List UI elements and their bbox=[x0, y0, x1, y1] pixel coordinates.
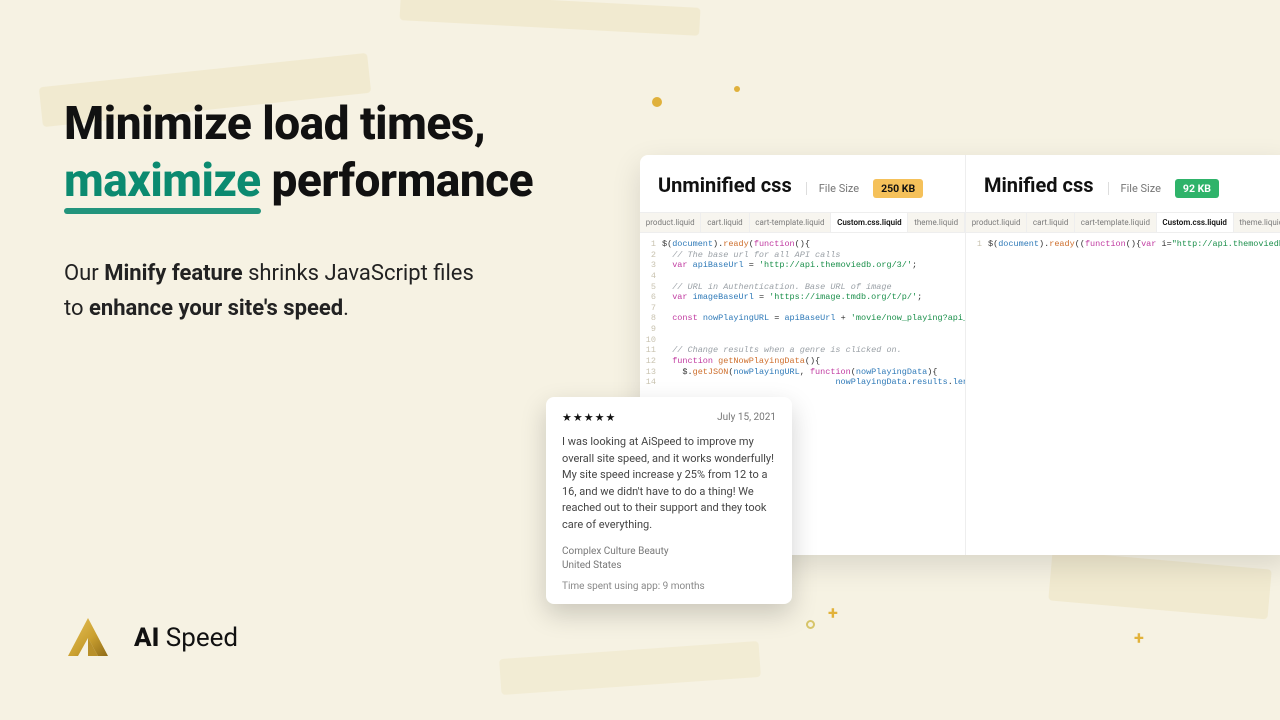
code-line: 4 bbox=[644, 271, 955, 282]
bg-plus-icon: + bbox=[1134, 628, 1144, 649]
hero: Minimize load times, maximize performanc… bbox=[64, 96, 624, 326]
code-line: 10 bbox=[644, 335, 955, 346]
file-tab[interactable]: theme.liquid bbox=[908, 213, 965, 232]
sub-pre: Our bbox=[64, 261, 104, 286]
review-body: I was looking at AiSpeed to improve my o… bbox=[562, 434, 776, 533]
file-tab[interactable]: product.liquid bbox=[640, 213, 701, 232]
code-line: 2 // The base url for all API calls bbox=[644, 250, 955, 261]
code-line: 1$(document).ready(function(){ bbox=[644, 239, 955, 250]
brand: AI Speed bbox=[64, 614, 238, 662]
file-tab[interactable]: cart-template.liquid bbox=[750, 213, 832, 232]
file-tab[interactable]: cart.liquid bbox=[1027, 213, 1075, 232]
bg-brush bbox=[499, 641, 761, 695]
sub-post: . bbox=[343, 296, 349, 321]
code-line: 9 bbox=[644, 324, 955, 335]
file-size-label: File Size bbox=[1108, 182, 1161, 195]
code-line: 12 function getNowPlayingData(){ bbox=[644, 356, 955, 367]
review-header: ★★★★★ July 15, 2021 bbox=[562, 411, 776, 424]
file-tabs: product.liquidcart.liquidcart-template.l… bbox=[640, 212, 965, 233]
code-line: 3 var apiBaseUrl = 'http://api.themovied… bbox=[644, 260, 955, 271]
file-tabs: product.liquidcart.liquidcart-template.l… bbox=[966, 212, 1280, 233]
bg-brush bbox=[1048, 551, 1272, 620]
hero-heading: Minimize load times, maximize performanc… bbox=[64, 96, 624, 210]
column-title: Minified css bbox=[984, 173, 1094, 197]
review-card: ★★★★★ July 15, 2021 I was looking at AiS… bbox=[546, 397, 792, 604]
file-size-badge: 92 KB bbox=[1175, 179, 1219, 198]
bg-dot bbox=[806, 620, 815, 629]
hero-line1: Minimize load times, bbox=[64, 97, 485, 151]
sub-bold-1: Minify feature bbox=[104, 261, 242, 286]
hero-subhead: Our Minify feature shrinks JavaScript fi… bbox=[64, 256, 484, 326]
hero-accent: maximize bbox=[64, 153, 261, 210]
bg-brush bbox=[399, 0, 700, 36]
star-rating-icon: ★★★★★ bbox=[562, 411, 616, 424]
file-size-label: File Size bbox=[806, 182, 859, 195]
code-line: 6 var imageBaseUrl = 'https://image.tmdb… bbox=[644, 292, 955, 303]
code-line: 11 // Change results when a genre is cli… bbox=[644, 345, 955, 356]
code-line: 14 nowPlayingData.results.length bbox=[644, 377, 955, 388]
file-tab[interactable]: Custom.css.liquid bbox=[831, 213, 908, 232]
file-size-badge: 250 KB bbox=[873, 179, 923, 198]
file-tab[interactable]: product.liquid bbox=[966, 213, 1027, 232]
bg-dot bbox=[734, 86, 740, 92]
review-country: United States bbox=[562, 559, 776, 573]
minified-column: Minified css File Size 92 KB product.liq… bbox=[965, 155, 1280, 555]
brand-name-bold: AI bbox=[134, 623, 159, 653]
column-header: Unminified css File Size 250 KB bbox=[640, 155, 965, 212]
review-meta: Complex Culture Beauty United States bbox=[562, 545, 776, 573]
review-time-spent: Time spent using app: 9 months bbox=[562, 581, 776, 592]
review-date: July 15, 2021 bbox=[717, 412, 776, 423]
column-header: Minified css File Size 92 KB bbox=[966, 155, 1280, 212]
brand-name: AI Speed bbox=[134, 623, 238, 653]
brand-logo-icon bbox=[64, 614, 112, 662]
file-tab[interactable]: Custom.css.liquid bbox=[1157, 213, 1234, 232]
minified-code-text: $(document).ready((function(){var i="htt… bbox=[988, 239, 1280, 250]
code-line: 8 const nowPlayingURL = apiBaseUrl + 'mo… bbox=[644, 313, 955, 324]
hero-line2-rest: performance bbox=[261, 154, 534, 208]
bg-plus-icon: + bbox=[828, 603, 838, 624]
sub-bold-2: enhance your site's speed bbox=[89, 296, 343, 321]
bg-dot bbox=[652, 97, 662, 107]
brand-name-rest: Speed bbox=[159, 623, 238, 653]
code-line: 5 // URL in Authentication. Base URL of … bbox=[644, 282, 955, 293]
file-tab[interactable]: cart-template.liquid bbox=[1075, 213, 1157, 232]
column-title: Unminified css bbox=[658, 173, 792, 197]
code-line: 7 bbox=[644, 303, 955, 314]
file-tab[interactable]: theme.liquid bbox=[1234, 213, 1280, 232]
review-company: Complex Culture Beauty bbox=[562, 545, 776, 559]
code-block-minified: 1$(document).ready((function(){var i="ht… bbox=[966, 233, 1280, 555]
file-tab[interactable]: cart.liquid bbox=[701, 213, 749, 232]
code-line: 13 $.getJSON(nowPlayingURL, function(now… bbox=[644, 367, 955, 378]
